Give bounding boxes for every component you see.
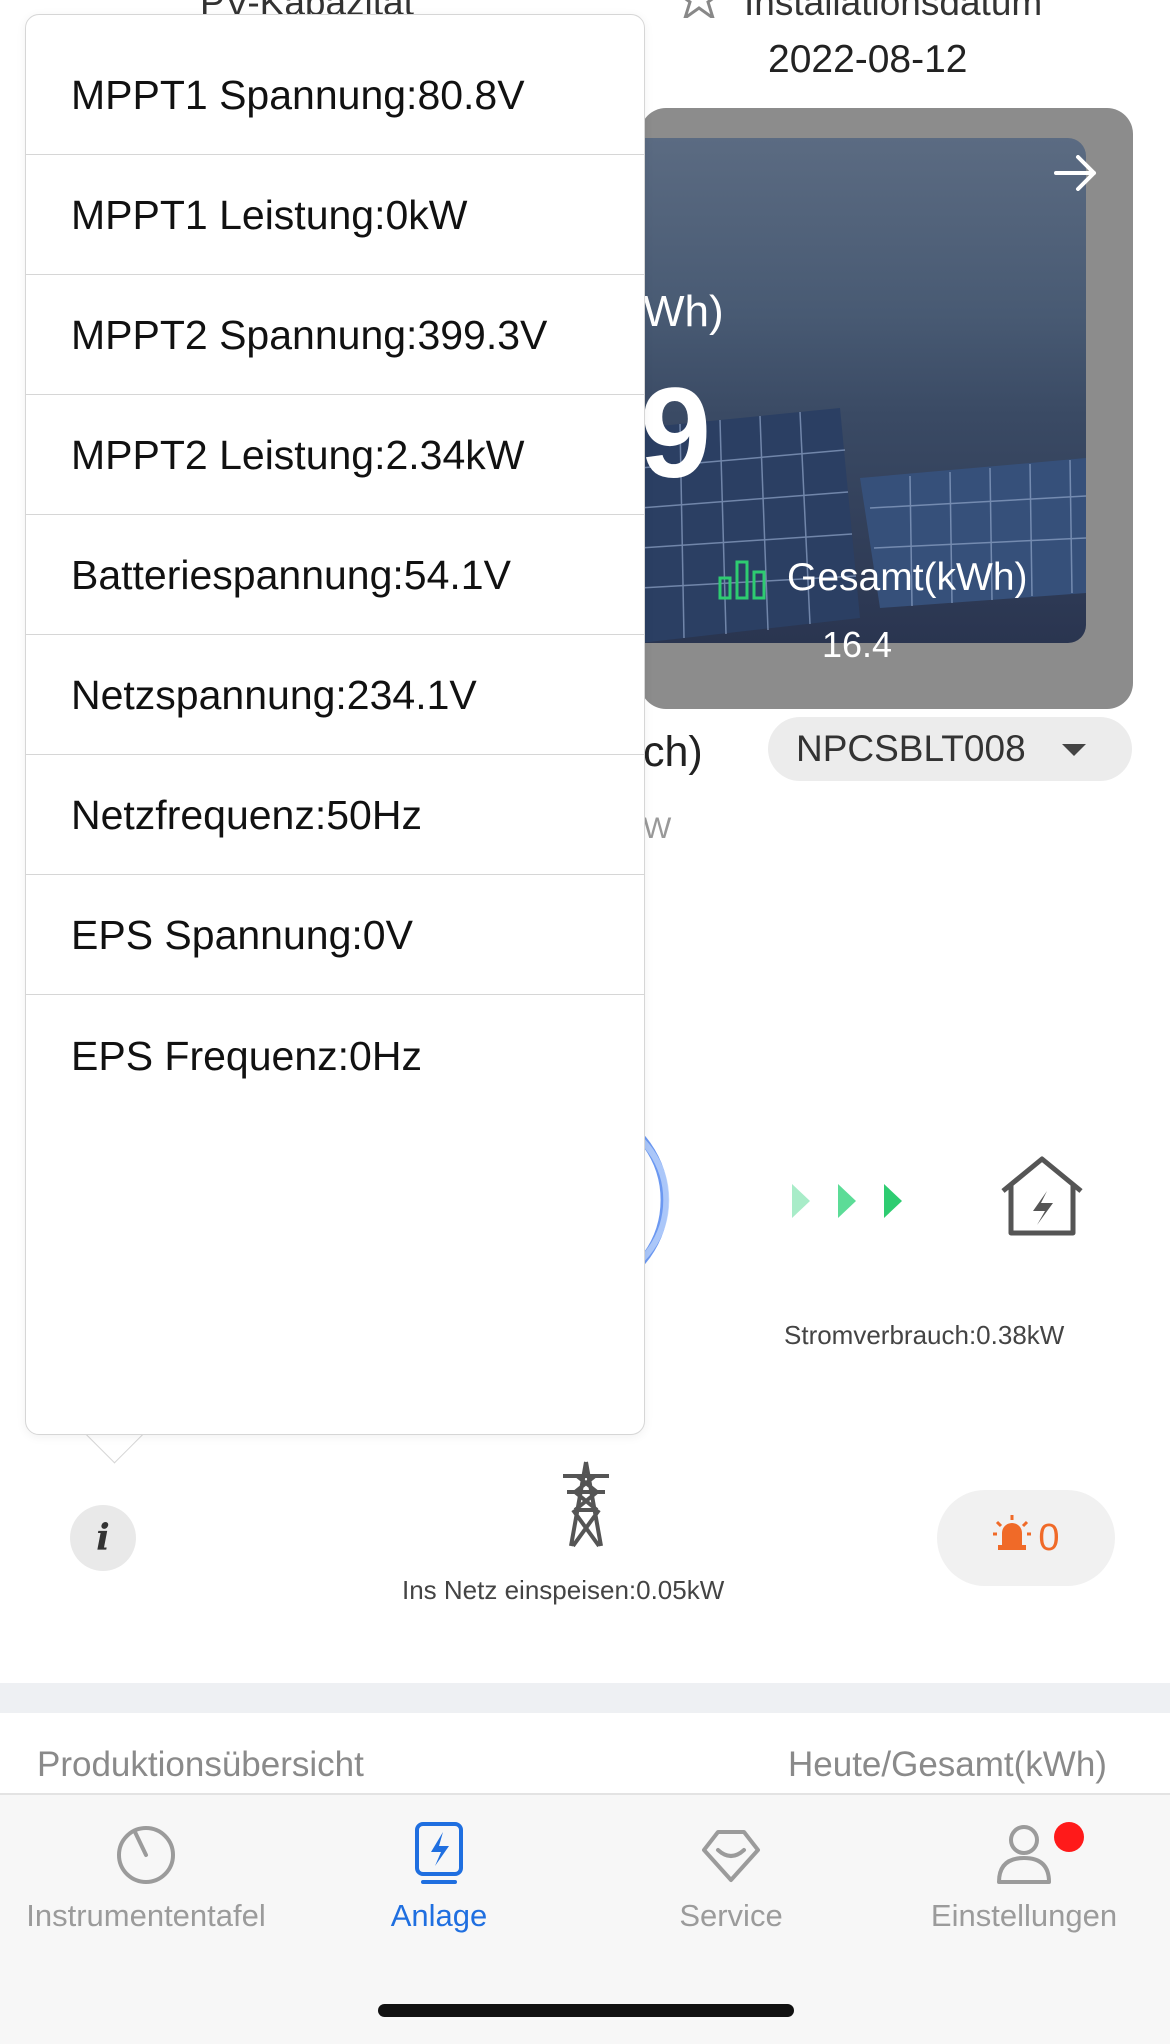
alarm-button[interactable]: 0 xyxy=(937,1490,1115,1586)
popover-item-grid-frequency: Netzfrequenz:50Hz xyxy=(26,757,644,875)
consumption-label: Stromverbrauch:0.38kW xyxy=(784,1320,1065,1350)
popover-item-eps-frequency: EPS Frequenz:0Hz xyxy=(71,1032,422,1079)
popover-item-grid-voltage: Netzspannung:234.1V xyxy=(26,637,644,755)
section-divider xyxy=(0,1683,1170,1713)
popover-item-eps-voltage: EPS Spannung:0V xyxy=(26,877,644,995)
chevron-down-icon xyxy=(1062,744,1086,756)
details-popover: MPPT1 Spannung:80.8V MPPT1 Leistung:0kW … xyxy=(25,14,645,1435)
popover-item-mppt2-power: MPPT2 Leistung:2.34kW xyxy=(26,397,644,515)
home-lightning-icon xyxy=(997,1155,1087,1242)
device-serial: NPCSBLT008 xyxy=(796,728,1026,769)
popover-item-battery-voltage: Batteriespannung:54.1V xyxy=(26,517,644,635)
service-heart-icon xyxy=(698,1830,764,1890)
total-value: 16.4 xyxy=(822,624,893,665)
popover-item-mppt1-voltage: MPPT1 Spannung:80.8V xyxy=(26,37,644,155)
production-overview-title: Produktionsübersicht xyxy=(37,1745,364,1784)
tab-anlage[interactable] xyxy=(309,1820,569,1891)
alarm-icon xyxy=(992,1513,1032,1563)
info-icon: i xyxy=(96,1517,110,1559)
notification-badge xyxy=(1054,1822,1084,1852)
production-unit-label: Heute/Gesamt(kWh) xyxy=(788,1745,1107,1784)
plant-lightning-icon xyxy=(409,1822,469,1890)
star-icon xyxy=(676,0,722,23)
grid-feed-label: Ins Netz einspeisen:0.05kW xyxy=(402,1575,725,1605)
info-button[interactable]: i xyxy=(70,1505,136,1571)
tab-instrumententafel[interactable] xyxy=(16,1820,276,1891)
total-label: Gesamt(kWh) xyxy=(787,556,1028,599)
tab-instrumententafel-label: Instrumententafel xyxy=(26,1898,266,1933)
today-unit-fragment: Wh) xyxy=(643,287,724,336)
popover-item-mppt1-power: MPPT1 Leistung:0kW xyxy=(26,157,644,275)
tab-service-label: Service xyxy=(679,1898,783,1933)
flow-arrows-icon xyxy=(790,1182,910,1225)
arrow-right-icon[interactable] xyxy=(1054,155,1098,196)
power-unit-fragment: W xyxy=(643,812,672,845)
tab-einstellungen[interactable] xyxy=(894,1820,1154,1891)
alarm-count: 0 xyxy=(1038,1516,1060,1559)
install-date-label: Installationsdatum xyxy=(744,0,1043,23)
tab-service[interactable] xyxy=(601,1820,861,1891)
today-value-fragment: 9 xyxy=(640,362,712,505)
home-indicator xyxy=(378,2004,794,2017)
tab-einstellungen-label: Einstellungen xyxy=(930,1898,1118,1933)
popover-item-mppt2-voltage: MPPT2 Spannung:399.3V xyxy=(26,277,644,395)
bar-chart-icon xyxy=(718,558,768,605)
tab-anlage-label: Anlage xyxy=(390,1898,488,1933)
device-unit-fragment: ch) xyxy=(643,728,703,776)
dashboard-gauge-icon xyxy=(113,1826,179,1890)
install-date-value: 2022-08-12 xyxy=(768,38,968,81)
person-icon xyxy=(991,1825,1057,1890)
power-tower-icon xyxy=(553,1458,619,1555)
